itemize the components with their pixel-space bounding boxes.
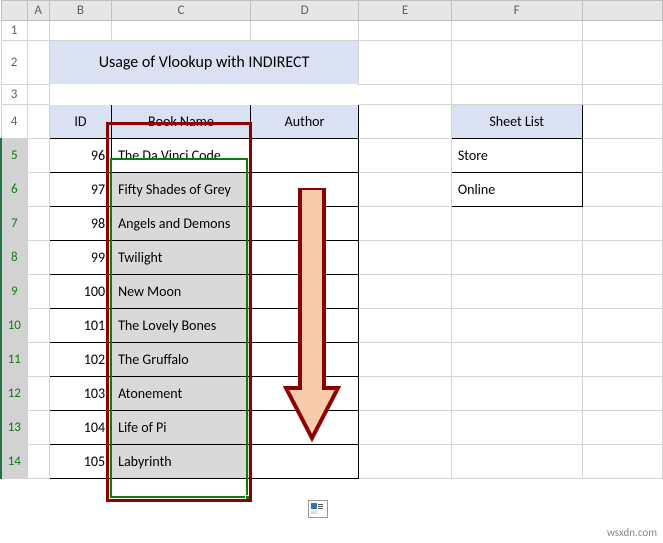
cell-author[interactable] — [250, 377, 359, 411]
row-header-10[interactable]: 10 — [1, 309, 27, 343]
cell-book[interactable]: Fifty Shades of Grey — [112, 173, 251, 207]
cell-book[interactable]: Twilight — [112, 241, 251, 275]
cell-author[interactable] — [250, 343, 359, 377]
sheetlist-item[interactable]: Online — [451, 173, 582, 207]
row-header-8[interactable]: 8 — [1, 241, 27, 275]
row-header-14[interactable]: 14 — [1, 445, 27, 479]
cell-id[interactable]: 102 — [49, 343, 111, 377]
row-header-3[interactable]: 3 — [1, 85, 27, 105]
cell-id[interactable]: 101 — [49, 309, 111, 343]
cell-id[interactable]: 105 — [49, 445, 111, 479]
col-header-b[interactable]: B — [49, 1, 111, 21]
row-header-2[interactable]: 2 — [1, 41, 27, 85]
header-id: ID — [49, 105, 111, 139]
cell-id[interactable]: 103 — [49, 377, 111, 411]
col-header-a[interactable]: A — [27, 1, 49, 21]
row-header-4[interactable]: 4 — [1, 105, 27, 139]
row-header-9[interactable]: 9 — [1, 275, 27, 309]
cell-book[interactable]: The Lovely Bones — [112, 309, 251, 343]
autofill-options-button[interactable] — [308, 500, 328, 518]
row-header-12[interactable]: 12 — [1, 377, 27, 411]
cell-id[interactable]: 99 — [49, 241, 111, 275]
cell-id[interactable]: 104 — [49, 411, 111, 445]
row-header-13[interactable]: 13 — [1, 411, 27, 445]
cell-author[interactable] — [250, 275, 359, 309]
col-header-d[interactable]: D — [250, 1, 359, 21]
column-header-row[interactable]: A B C D E F — [1, 1, 663, 21]
row-header-1[interactable]: 1 — [1, 21, 27, 41]
cell-book[interactable]: Life of Pi — [112, 411, 251, 445]
col-header-e[interactable]: E — [359, 1, 451, 21]
spreadsheet-grid[interactable]: A B C D E F 1 2 Usage of Vlookup with IN… — [0, 0, 663, 479]
cell-author[interactable] — [250, 309, 359, 343]
row-header-6[interactable]: 6 — [1, 173, 27, 207]
cell-book[interactable]: The Gruffalo — [112, 343, 251, 377]
header-author: Author — [250, 105, 359, 139]
cell-book[interactable]: New Moon — [112, 275, 251, 309]
cell-id[interactable]: 97 — [49, 173, 111, 207]
cell-id[interactable]: 100 — [49, 275, 111, 309]
cell-id[interactable]: 96 — [49, 139, 111, 173]
row-header-7[interactable]: 7 — [1, 207, 27, 241]
cell-author[interactable] — [250, 207, 359, 241]
col-header-c[interactable]: C — [112, 1, 251, 21]
fill-handle[interactable] — [245, 495, 251, 501]
cell-id[interactable]: 98 — [49, 207, 111, 241]
row-header-5[interactable]: 5 — [1, 139, 27, 173]
watermark: wsxdn.com — [607, 526, 657, 539]
cell-book[interactable]: Angels and Demons — [112, 207, 251, 241]
select-all-corner[interactable] — [1, 1, 27, 21]
header-book: Book Name — [112, 105, 251, 139]
col-header-f[interactable]: F — [451, 1, 582, 21]
cell-author[interactable] — [250, 173, 359, 207]
page-title: Usage of Vlookup with INDIRECT — [49, 41, 359, 85]
col-header-g[interactable] — [582, 1, 662, 21]
cell-author[interactable] — [250, 445, 359, 479]
row-header-11[interactable]: 11 — [1, 343, 27, 377]
sheetlist-item[interactable]: Store — [451, 139, 582, 173]
cell-author[interactable] — [250, 411, 359, 445]
header-sheetlist: Sheet List — [451, 105, 582, 139]
cell-author[interactable] — [250, 139, 359, 173]
cell-author[interactable] — [250, 241, 359, 275]
cell-book[interactable]: Labyrinth — [112, 445, 251, 479]
cell-book[interactable]: The Da Vinci Code — [112, 139, 251, 173]
cell-book[interactable]: Atonement — [112, 377, 251, 411]
